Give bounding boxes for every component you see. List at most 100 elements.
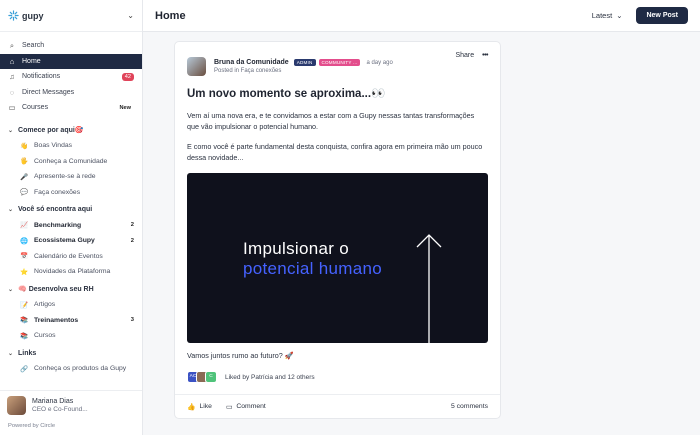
comment-button[interactable]: ▭ Comment [226,403,266,411]
space-label: Faça conexões [34,188,81,196]
likes-summary[interactable]: AC C Liked by Patrícia and 12 others [175,371,500,383]
main-content: Home Latest ⌄ New Post Bruna da Comunida… [143,0,700,435]
nav-direct-messages[interactable]: ◌ Direct Messages [0,85,142,101]
space-label: Conheça a Comunidade [34,157,108,165]
share-button[interactable]: Share [455,52,474,59]
space-cursos[interactable]: 📚 Cursos [0,328,142,344]
post-card: Bruna da Comunidade ADMIN COMMUNITY ... … [174,41,501,419]
post-author[interactable]: Bruna da Comunidade [214,59,289,66]
sort-dropdown[interactable]: Latest ⌄ [592,11,623,20]
new-post-button[interactable]: New Post [636,7,688,24]
search-icon: ⌕ [9,40,15,50]
chart-icon: 📈 [20,222,29,230]
unread-count: 3 [130,317,134,324]
space-label: Treinamentos [34,316,79,324]
globe-icon: 🌐 [20,237,29,245]
chevron-down-icon: ⌄ [8,207,14,214]
comment-label: Comment [236,403,266,410]
space-calendario-eventos[interactable]: 📅 Calendário de Eventos [0,249,142,265]
space-label: Benchmarking [34,221,82,229]
space-label: Cursos [34,332,56,340]
books-icon: 📚 [20,317,29,325]
powered-by[interactable]: Powered by Circle [8,423,55,429]
chevron-down-icon: ⌄ [8,127,14,134]
community-badge: COMMUNITY ... [318,59,361,66]
profile-name: Mariana Dias [32,398,74,405]
speech-bubble-icon: 💬 [20,189,29,197]
brand-name: gupy [22,10,44,21]
nav-notifications[interactable]: ♫ Notifications 42 [0,69,142,85]
home-icon: ⌂ [9,56,15,66]
space-benchmarking[interactable]: 📈 Benchmarking 2 [0,218,142,234]
hand-icon: 🖐 [20,158,29,166]
memo-icon: 📝 [20,301,29,309]
space-apresente-se[interactable]: 🎤 Apresente-se à rede [0,169,142,185]
space-novidades-plataforma[interactable]: ⭐ Novidades da Plataforma [0,264,142,280]
post-time[interactable]: a day ago [366,60,392,66]
space-treinamentos[interactable]: 📚 Treinamentos 3 [0,313,142,329]
user-profile[interactable]: Mariana Dias CEO e Co-Found... [0,390,142,420]
post-paragraph-2: E como você é parte fundamental desta co… [187,142,483,162]
likes-text[interactable]: Liked by Patrícia and 12 others [225,374,315,381]
nav-search[interactable]: ⌕ Search [0,38,142,54]
section-title: Comece por aqui🎯 [18,127,84,135]
bell-icon: ♫ [9,72,15,82]
gupy-logo-icon [8,10,19,21]
thumbs-up-icon: 👍 [187,403,196,411]
sidebar: gupy ⌄ ⌕ Search ⌂ Home ♫ Notifications 4… [0,0,143,435]
profile-role: CEO e Co-Found... [32,406,88,413]
nav-home[interactable]: ⌂ Home [0,53,142,69]
posted-in[interactable]: Posted in Faça conexões [214,68,393,74]
comments-count[interactable]: 5 comments [451,403,488,410]
space-conheca-comunidade[interactable]: 🖐 Conheça a Comunidade [0,154,142,170]
nav-notifications-label: Notifications [22,73,61,81]
space-faca-conexoes[interactable]: 💬 Faça conexões [0,185,142,201]
post-hero-image[interactable]: Impulsionar o potencial humano [187,173,488,345]
hero-line-1: Impulsionar o [243,239,349,258]
section-voce-so-encontra-aqui[interactable]: ⌄ Você só encontra aqui [0,202,142,218]
section-comece-por-aqui[interactable]: ⌄ Comece por aqui🎯 [0,123,142,139]
brand-header[interactable]: gupy ⌄ [0,0,142,32]
sort-label: Latest [591,11,613,20]
space-label: Calendário de Eventos [34,252,103,260]
unread-count: 2 [130,222,134,229]
page-title: Home [155,9,186,22]
section-desenvolva-rh[interactable]: ⌄ 🧠 Desenvolva seu RH [0,282,142,298]
link-produtos-gupy[interactable]: 🔗 Conheça os produtos da Gupy [0,361,142,377]
more-options-icon[interactable]: ••• [482,52,488,59]
hero-line-2: potencial humano [243,259,383,278]
liker-avatars: AC C [187,371,217,383]
space-label: Ecossistema Gupy [34,237,95,245]
nav-dm-label: Direct Messages [22,88,75,96]
nav-search-label: Search [22,42,45,50]
topbar: Home Latest ⌄ New Post [143,0,700,32]
nav-courses[interactable]: ▭ Courses New [0,100,142,116]
link-label: Conheça os produtos da Gupy [34,365,127,373]
section-title: Você só encontra aqui [18,206,93,214]
post-header: Bruna da Comunidade ADMIN COMMUNITY ... … [175,48,500,85]
nav-home-label: Home [22,57,41,65]
section-title: Links [18,349,37,357]
like-button[interactable]: 👍 Like [187,403,212,411]
space-boas-vindas[interactable]: 👋 Boas Vindas [0,138,142,154]
section-links[interactable]: ⌄ Links [0,346,142,362]
space-label: Artigos [34,301,56,309]
author-avatar[interactable] [187,57,206,76]
chat-icon: ◌ [9,87,15,97]
space-artigos[interactable]: 📝 Artigos [0,297,142,313]
post-caption: Vamos juntos rumo ao futuro? 🚀 [187,351,294,360]
books-icon: 📚 [20,332,29,340]
chevron-down-icon[interactable]: ⌄ [127,11,134,20]
post-title[interactable]: Um novo momento se aproxima...👀 [175,86,500,100]
link-icon: 🔗 [20,365,29,373]
avatar [7,396,26,415]
post-actions: 👍 Like ▭ Comment 5 comments [175,394,500,418]
section-title: 🧠 Desenvolva seu RH [18,286,94,294]
space-label: Boas Vindas [34,142,73,150]
like-label: Like [199,403,212,410]
wave-icon: 👋 [20,142,29,150]
courses-new-badge: New [119,104,131,111]
space-ecossistema-gupy[interactable]: 🌐 Ecossistema Gupy 2 [0,233,142,249]
nav-courses-label: Courses [22,104,49,112]
chevron-down-icon: ⌄ [8,350,14,357]
